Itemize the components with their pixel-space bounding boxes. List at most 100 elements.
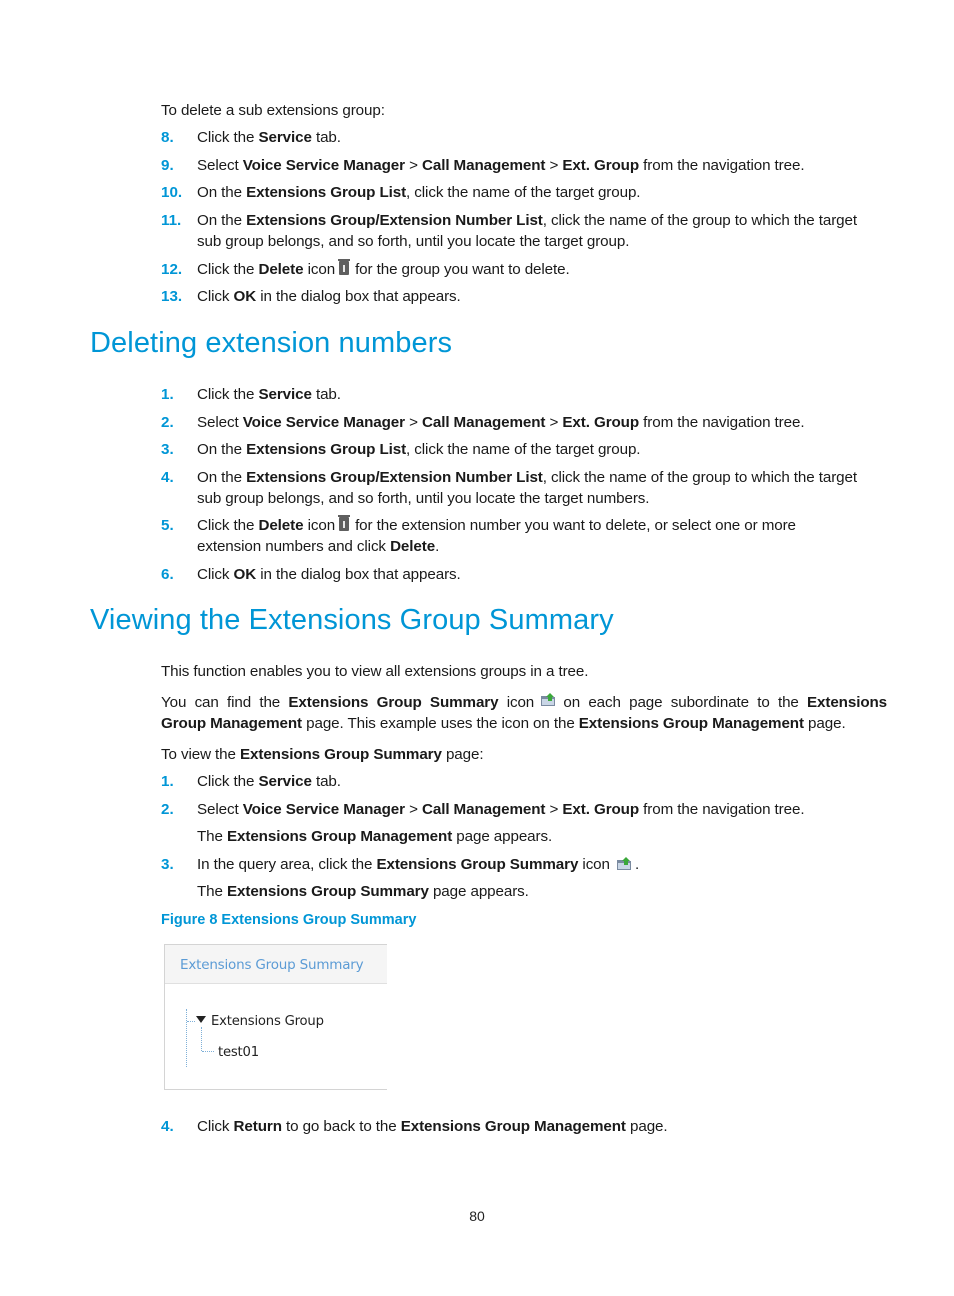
step-number: 3. (161, 856, 174, 873)
step-text: Click OK in the dialog box that appears. (197, 286, 461, 307)
text-run: Select (197, 801, 243, 818)
ui-term: Service (258, 773, 312, 790)
text-run: Click (197, 566, 234, 583)
step-number: 1. (161, 773, 174, 790)
ui-term: Service (258, 129, 312, 146)
text-run: from the navigation tree. (639, 157, 805, 174)
text-run: . (635, 856, 640, 873)
panel-title: Extensions Group Summary (165, 945, 387, 984)
extensions-group-summary-icon (616, 856, 633, 871)
step-text: Select Voice Service Manager > Call Mana… (197, 155, 805, 176)
text-run: You can find the (161, 694, 289, 711)
text-run: page. This example uses the icon on the (302, 715, 579, 732)
step-number: 4. (161, 1118, 174, 1135)
step-number: 11. (161, 212, 182, 229)
step-text: On the Extensions Group List, click the … (197, 439, 641, 460)
text-run: from the navigation tree. (639, 414, 805, 431)
text-run: In the query area, click the (197, 856, 377, 873)
text-run: > (404, 414, 422, 431)
text-run: Select (197, 157, 243, 174)
ui-term: OK (233, 288, 257, 305)
text-run: , click the name of the target group. (406, 441, 641, 458)
text-run: The (197, 883, 227, 900)
step-text: Click Return to go back to the Extension… (197, 1116, 668, 1137)
ui-term: Ext. Group (562, 414, 640, 431)
text-run: , click the name of the target group. (406, 184, 641, 201)
step-text-continued: extension numbers and click Delete. (197, 536, 439, 557)
step-number: 3. (161, 441, 174, 458)
text-run: for the group you want to delete. (355, 261, 570, 278)
text-run: On the (197, 441, 247, 458)
step-number: 2. (161, 414, 174, 431)
ui-term: Extensions Group Summary (227, 883, 429, 900)
step-text: Select Voice Service Manager > Call Mana… (197, 799, 805, 820)
ui-term: Voice Service Manager (242, 157, 405, 174)
text-run: tab. (311, 129, 341, 146)
ui-term: Delete (258, 261, 304, 278)
figure-summary-panel: Extensions Group Summary Extensions Grou… (164, 944, 387, 1090)
ui-term: Delete (390, 538, 436, 555)
text-run: page appears. (428, 883, 529, 900)
tree-connector (202, 1051, 214, 1052)
text-run: > (545, 801, 563, 818)
ui-term: Extensions Group Summary (288, 694, 499, 711)
ui-term: Extensions Group Summary (376, 856, 579, 873)
step-text: Click the Service tab. (197, 771, 341, 792)
step-number: 6. (161, 566, 174, 583)
text-run: Click the (197, 261, 259, 278)
step-number: 8. (161, 129, 174, 146)
step-number: 12. (161, 261, 183, 278)
text-run: page. (803, 715, 846, 732)
delete-trash-icon (338, 515, 351, 531)
text-run: On the (197, 184, 247, 201)
text-run: Click (197, 1118, 234, 1135)
text-run: page appears. (452, 828, 553, 845)
text-run: > (404, 157, 422, 174)
text-run: on each page subordinate to the (559, 694, 807, 711)
step-text: Click the Service tab. (197, 127, 341, 148)
step-text: On the Extensions Group/Extension Number… (197, 210, 857, 231)
heading-viewing-summary: Viewing the Extensions Group Summary (90, 604, 614, 636)
tree-connector (187, 1021, 195, 1022)
ui-term: Ext. Group (562, 157, 640, 174)
step-text: On the Extensions Group/Extension Number… (197, 467, 857, 488)
text-run: icon (303, 517, 336, 534)
tree-node-test01[interactable]: test01 (218, 1045, 259, 1060)
step-number: 10. (161, 184, 183, 201)
text-run: tab. (311, 773, 341, 790)
text-run: Click the (197, 386, 259, 403)
text-run: The (197, 828, 227, 845)
step-text: In the query area, click the Extensions … (197, 854, 639, 875)
step-text: The Extensions Group Management page app… (197, 826, 552, 847)
text-run: Click the (197, 129, 259, 146)
text-run: Click the (197, 517, 259, 534)
text-run: > (404, 801, 422, 818)
text-run: . (435, 538, 440, 555)
text-run: for the extension number you want to del… (355, 517, 796, 534)
step-text: The Extensions Group Summary page appear… (197, 881, 529, 902)
ui-term: Extensions Group List (246, 441, 407, 458)
text-run: to go back to the (281, 1118, 401, 1135)
ui-term: Group Management (161, 715, 303, 732)
step-text: Select Voice Service Manager > Call Mana… (197, 412, 805, 433)
paragraph-to-view: To view the Extensions Group Summary pag… (161, 744, 484, 765)
ui-term: Call Management (421, 801, 546, 818)
delete-trash-icon (338, 259, 351, 275)
tree-node-root[interactable]: Extensions Group (211, 1014, 324, 1029)
ui-term: OK (233, 566, 257, 583)
text-run: from the navigation tree. (639, 801, 805, 818)
step-number: 1. (161, 386, 174, 403)
step-number: 5. (161, 517, 174, 534)
paragraph-intro: This function enables you to view all ex… (161, 663, 589, 680)
ui-term: Service (258, 386, 312, 403)
extensions-group-summary-icon (540, 692, 557, 707)
text-run: , click the name of the group to which t… (542, 469, 857, 486)
ui-term: Voice Service Manager (242, 414, 405, 431)
step-text: Click the Service tab. (197, 384, 341, 405)
ui-term: Call Management (421, 414, 546, 431)
heading-deleting-extension-numbers: Deleting extension numbers (90, 327, 453, 359)
text-run: icon (498, 694, 539, 711)
ui-term: Extensions Group Management (578, 715, 804, 732)
expand-triangle-icon[interactable] (196, 1016, 206, 1023)
figure-caption: Figure 8 Extensions Group Summary (161, 912, 417, 928)
